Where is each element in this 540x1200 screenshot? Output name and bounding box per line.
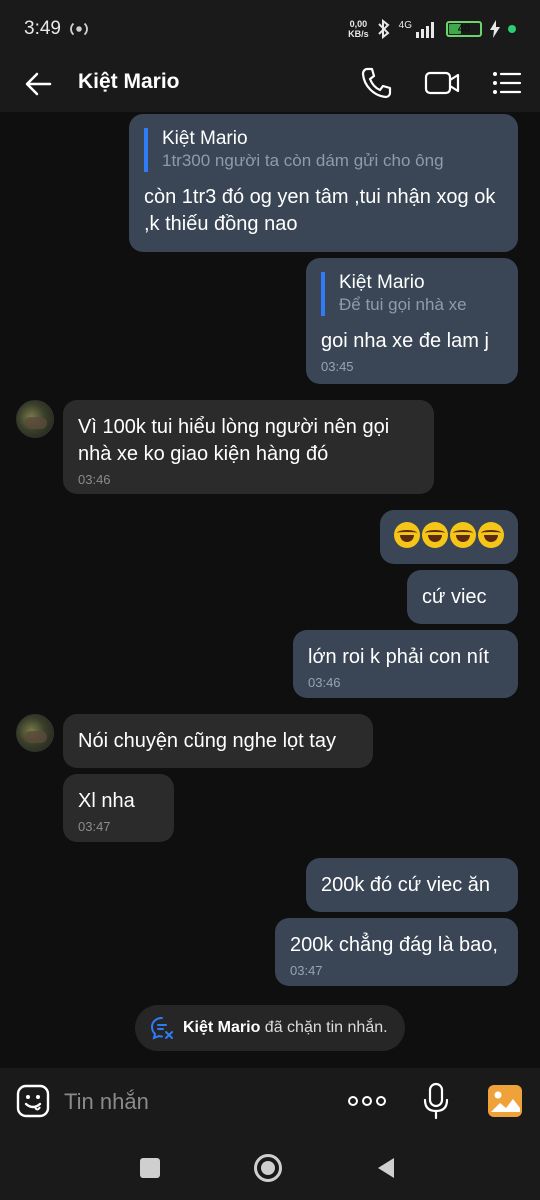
bluetooth-icon bbox=[377, 19, 390, 39]
message-bubble-sent[interactable]: 200k đó cứ viec ăn bbox=[306, 858, 518, 912]
message-bubble-sent[interactable]: Kiệt Mario Để tui gọi nhà xe goi nha xe … bbox=[306, 258, 518, 384]
message-bubble-received[interactable]: Xl nha 03:47 bbox=[63, 774, 174, 842]
message-text: lớn roi k phải con nít bbox=[308, 646, 489, 668]
blocked-notice: Kiệt Mario đã chặn tin nhắn. bbox=[135, 1005, 405, 1051]
message-bubble-sent[interactable]: lớn roi k phải con nít 03:46 bbox=[293, 630, 518, 698]
message-bubble-received[interactable]: Nói chuyện cũng nghe lọt tay bbox=[63, 714, 373, 768]
battery-indicator: 40 bbox=[446, 21, 482, 37]
reply-quote-name: Kiệt Mario bbox=[162, 128, 248, 149]
battery-level: 40 bbox=[457, 23, 471, 35]
notice-text: Kiệt Mario đã chặn tin nhắn. bbox=[183, 1019, 388, 1037]
menu-icon[interactable] bbox=[492, 68, 522, 98]
blocked-message-icon bbox=[150, 1017, 173, 1040]
reply-quote[interactable]: Kiệt Mario Để tui gọi nhà xe bbox=[321, 272, 503, 316]
message-time: 03:46 bbox=[78, 472, 111, 487]
message-text: cứ viec bbox=[422, 586, 487, 608]
notice-name: Kiệt Mario bbox=[183, 1019, 261, 1036]
message-bubble-sent[interactable] bbox=[380, 510, 518, 564]
status-bar: 3:49 0,00 KB/s 4G 40 bbox=[0, 0, 540, 56]
recent-apps-button[interactable] bbox=[140, 1158, 160, 1178]
message-time: 03:47 bbox=[78, 819, 111, 834]
more-options-icon[interactable] bbox=[346, 1088, 388, 1114]
status-time: 3:49 bbox=[24, 18, 61, 39]
message-text: Nói chuyện cũng nghe lọt tay bbox=[78, 730, 336, 752]
rofl-emoji-icon bbox=[422, 522, 448, 548]
microphone-icon[interactable] bbox=[422, 1082, 450, 1120]
reply-quote[interactable]: Kiệt Mario 1tr300 người ta còn dám gửi c… bbox=[144, 128, 503, 172]
message-bubble-received[interactable]: Vì 100k tui hiểu lòng người nên gọi nhà … bbox=[63, 400, 434, 494]
back-triangle-icon[interactable] bbox=[374, 1156, 398, 1180]
network-type: 4G bbox=[398, 20, 412, 31]
reply-quote-text: 1tr300 người ta còn dám gửi cho ông bbox=[162, 151, 444, 170]
message-text: 200k đó cứ viec ăn bbox=[321, 874, 491, 896]
message-time: 03:46 bbox=[308, 675, 341, 690]
contact-name[interactable]: Kiệt Mario bbox=[78, 70, 180, 94]
status-icons: 0,00 KB/s 4G 40 bbox=[348, 16, 516, 42]
privacy-indicator-dot bbox=[508, 25, 516, 33]
rofl-emoji-icon bbox=[394, 522, 420, 548]
image-gallery-icon[interactable] bbox=[487, 1084, 523, 1118]
back-arrow-icon[interactable] bbox=[22, 68, 54, 100]
video-call-icon[interactable] bbox=[424, 67, 460, 99]
message-text: Xl nha bbox=[78, 790, 135, 812]
contact-avatar[interactable] bbox=[16, 400, 54, 438]
notice-message: đã chặn tin nhắn. bbox=[264, 1019, 388, 1036]
message-text: goi nha xe đe lam j bbox=[321, 330, 489, 352]
emoji-row bbox=[394, 522, 504, 548]
signal-group: 4G bbox=[399, 20, 438, 38]
signal-icon bbox=[416, 22, 434, 38]
reply-quote-name: Kiệt Mario bbox=[339, 272, 425, 293]
composer-bar bbox=[0, 1068, 540, 1136]
phone-call-icon[interactable] bbox=[360, 66, 392, 100]
message-bubble-sent[interactable]: 200k chẳng đág là bao, 03:47 bbox=[275, 918, 518, 986]
message-time: 03:45 bbox=[321, 359, 354, 374]
message-bubble-sent[interactable]: cứ viec bbox=[407, 570, 518, 624]
message-time: 03:47 bbox=[290, 963, 323, 978]
system-nav-bar bbox=[0, 1136, 540, 1200]
contact-avatar[interactable] bbox=[16, 714, 54, 752]
reply-quote-text: Để tui gọi nhà xe bbox=[339, 295, 467, 314]
rofl-emoji-icon bbox=[450, 522, 476, 548]
charging-icon bbox=[490, 20, 500, 38]
message-text: Vì 100k tui hiểu lòng người nên gọi nhà … bbox=[78, 416, 390, 465]
hotspot-icon bbox=[70, 22, 88, 36]
rofl-emoji-icon bbox=[478, 522, 504, 548]
message-input[interactable] bbox=[64, 1084, 324, 1120]
message-text: 200k chẳng đág là bao, bbox=[290, 934, 498, 956]
message-text: còn 1tr3 đó og yen tâm ,tui nhận xog ok … bbox=[144, 186, 496, 235]
network-speed: 0,00 KB/s bbox=[348, 19, 369, 39]
sticker-icon[interactable] bbox=[16, 1084, 50, 1118]
chat-header: Kiệt Mario bbox=[0, 56, 540, 112]
message-bubble-sent[interactable]: Kiệt Mario 1tr300 người ta còn dám gửi c… bbox=[129, 114, 518, 252]
home-button[interactable] bbox=[254, 1154, 282, 1182]
